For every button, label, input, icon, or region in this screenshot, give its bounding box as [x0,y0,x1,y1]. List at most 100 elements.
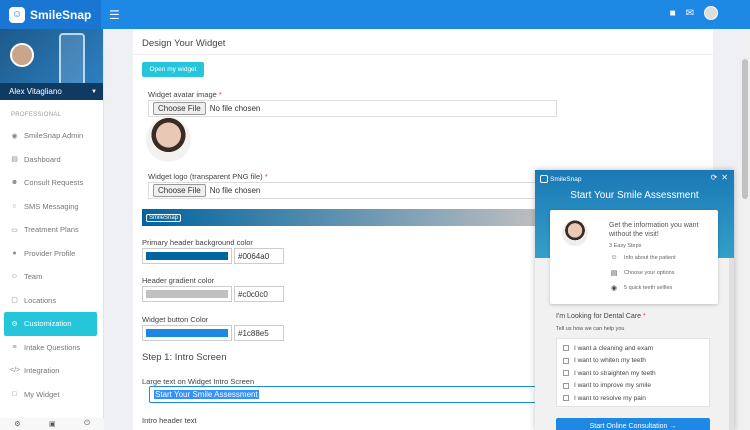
tooth-logo-icon: ☺ [9,6,25,23]
checkbox[interactable] [563,395,569,402]
start-consultation-button[interactable]: Start Online Consultation → [556,418,710,430]
widget-step: ◉ 5 quick teeth selfies [609,284,672,292]
app-name: SmileSnap [30,7,92,22]
sidebar-item-label: Provider Profile [24,248,76,258]
avatar-label: Widget avatar image * [148,90,222,99]
top-icons: ■ ✉ [670,6,718,20]
widget-icon: □ [12,390,17,398]
user-avatar[interactable] [704,6,718,20]
widget-option[interactable]: I want to straighten my teeth [557,367,709,380]
choose-file-button[interactable]: Choose File [153,102,206,115]
profile-icon: ● [12,249,17,257]
widget-option[interactable]: I want to resolve my pain [557,392,709,405]
save-icon[interactable]: ▣ [49,420,56,428]
widget-option[interactable]: I want to improve my smile [557,380,709,393]
logo-file-input[interactable]: Choose File No file chosen [148,182,557,199]
sidebar: Alex Vitagliano ▼ PROFESSIONAL ◉ SmileSna… [0,29,104,430]
sidebar-item-sms-messaging[interactable]: ○ SMS Messaging [0,195,103,219]
large-text-value: Start Your Smile Assessment [154,390,259,399]
page-scrollbar[interactable] [740,29,750,430]
swatch-fill [146,290,228,298]
close-icon[interactable]: ✕ [721,173,728,182]
sidebar-footer: ⚙ ▣ ⏻ [0,418,104,430]
widget-logo-text: SmileSnap [550,175,582,183]
checkbox[interactable] [563,370,569,377]
sidebar-item-label: Locations [24,295,57,305]
checkbox[interactable] [563,357,569,364]
button-color-label: Widget button Color [142,315,209,324]
widget-step: ▤ Choose your options [609,269,675,277]
scrollbar-thumb[interactable] [742,59,748,199]
no-file-text: No file chosen [209,104,261,113]
sidebar-item-locations[interactable]: ▢ Locations [0,289,103,313]
sidebar-item-provider-profile[interactable]: ● Provider Profile [0,242,103,266]
sidebar-item-label: Treatment Plans [24,225,79,235]
app-logo[interactable]: ☺ SmileSnap [0,0,101,29]
section-title: Design Your Widget [142,38,226,49]
profile-name-dropdown[interactable]: Alex Vitagliano ▼ [0,83,103,100]
widget-option[interactable]: I want a cleaning and exam [557,342,709,355]
widget-intro-card: Get the information you want without the… [550,210,718,304]
team-icon: ☺ [10,273,19,281]
option-label: I want a cleaning and exam [574,344,654,352]
settings-icon[interactable]: ⚙ [14,420,20,428]
power-icon[interactable]: ⏻ [84,420,90,428]
sidebar-section-label: PROFESSIONAL [11,112,62,118]
message-icon: ○ [12,202,17,210]
button-color-row: #1c88e5 [142,325,284,341]
sidebar-item-label: Integration [24,366,60,376]
mail-icon[interactable]: ✉ [686,8,694,19]
sidebar-item-team[interactable]: ☺ Team [0,265,103,289]
refresh-icon[interactable]: ⟳ [711,173,718,182]
primary-bg-hex-input[interactable]: #0064a0 [234,248,284,264]
checkbox[interactable] [563,345,569,352]
sidebar-item-label: My Widget [24,389,60,399]
top-bar: ☺ SmileSnap ☰ ■ ✉ [0,0,750,29]
required-mark: * [642,313,646,320]
sidebar-item-customization[interactable]: ⚙ Customization [4,312,97,336]
sidebar-item-label: Consult Requests [24,178,84,188]
checkbox[interactable] [563,382,569,389]
widget-option[interactable]: I want to whiten my teeth [557,355,709,368]
swatch-fill [146,252,228,260]
avatar-file-input[interactable]: Choose File No file chosen [148,100,557,117]
required-mark: * [218,90,222,99]
intro-header-label: Intro header text [142,416,197,425]
camera-icon: ◉ [610,285,618,292]
option-label: I want to improve my smile [574,382,651,390]
sidebar-item-smilesnap-admin[interactable]: ◉ SmileSnap Admin [0,124,103,148]
widget-looking-label: I'm Looking for Dental Care * [556,313,646,320]
divider [133,54,713,55]
sidebar-item-label: Intake Questions [24,342,81,352]
large-text-input[interactable]: Start Your Smile Assessment [149,386,549,403]
chat-icon[interactable]: ■ [670,8,676,19]
widget-controls: ⟳ ✕ [711,173,728,182]
sidebar-item-my-widget[interactable]: □ My Widget [0,383,103,407]
gradient-hex-input[interactable]: #c0c0c0 [234,286,284,302]
button-color-swatch[interactable] [142,325,232,341]
gradient-swatch[interactable] [142,286,232,302]
sidebar-item-consult-requests[interactable]: ☻ Consult Requests [0,171,103,195]
sidebar-item-dashboard[interactable]: ▤ Dashboard [0,148,103,172]
button-color-hex-input[interactable]: #1c88e5 [234,325,284,341]
choose-file-button[interactable]: Choose File [153,184,206,197]
open-widget-button[interactable]: Open my widget [142,62,204,77]
sidebar-item-integration[interactable]: </> Integration [0,359,103,383]
sidebar-item-intake-questions[interactable]: ≡ Intake Questions [0,336,103,360]
no-file-text: No file chosen [209,186,261,195]
location-icon: ▢ [11,297,18,305]
primary-bg-color-row: #0064a0 [142,248,284,264]
primary-bg-swatch[interactable] [142,248,232,264]
header-preview-logo: SmileSnap [146,213,182,222]
widget-step-label: Info about the patient [624,254,676,261]
chart-icon: ▤ [11,156,18,164]
smiley-icon: ☺ [610,254,618,261]
sidebar-item-treatment-plans[interactable]: ▭ Treatment Plans [0,218,103,242]
hamburger-icon[interactable]: ☰ [109,8,120,22]
widget-card-text: Get the information you want without the… [609,222,699,238]
profile-banner [0,29,103,83]
widget-scrollbar[interactable] [729,258,734,430]
profile-avatar[interactable] [10,43,34,67]
sidebar-item-label: Team [24,272,43,282]
logo-label-text: Widget logo (transparent PNG file) [148,172,263,181]
